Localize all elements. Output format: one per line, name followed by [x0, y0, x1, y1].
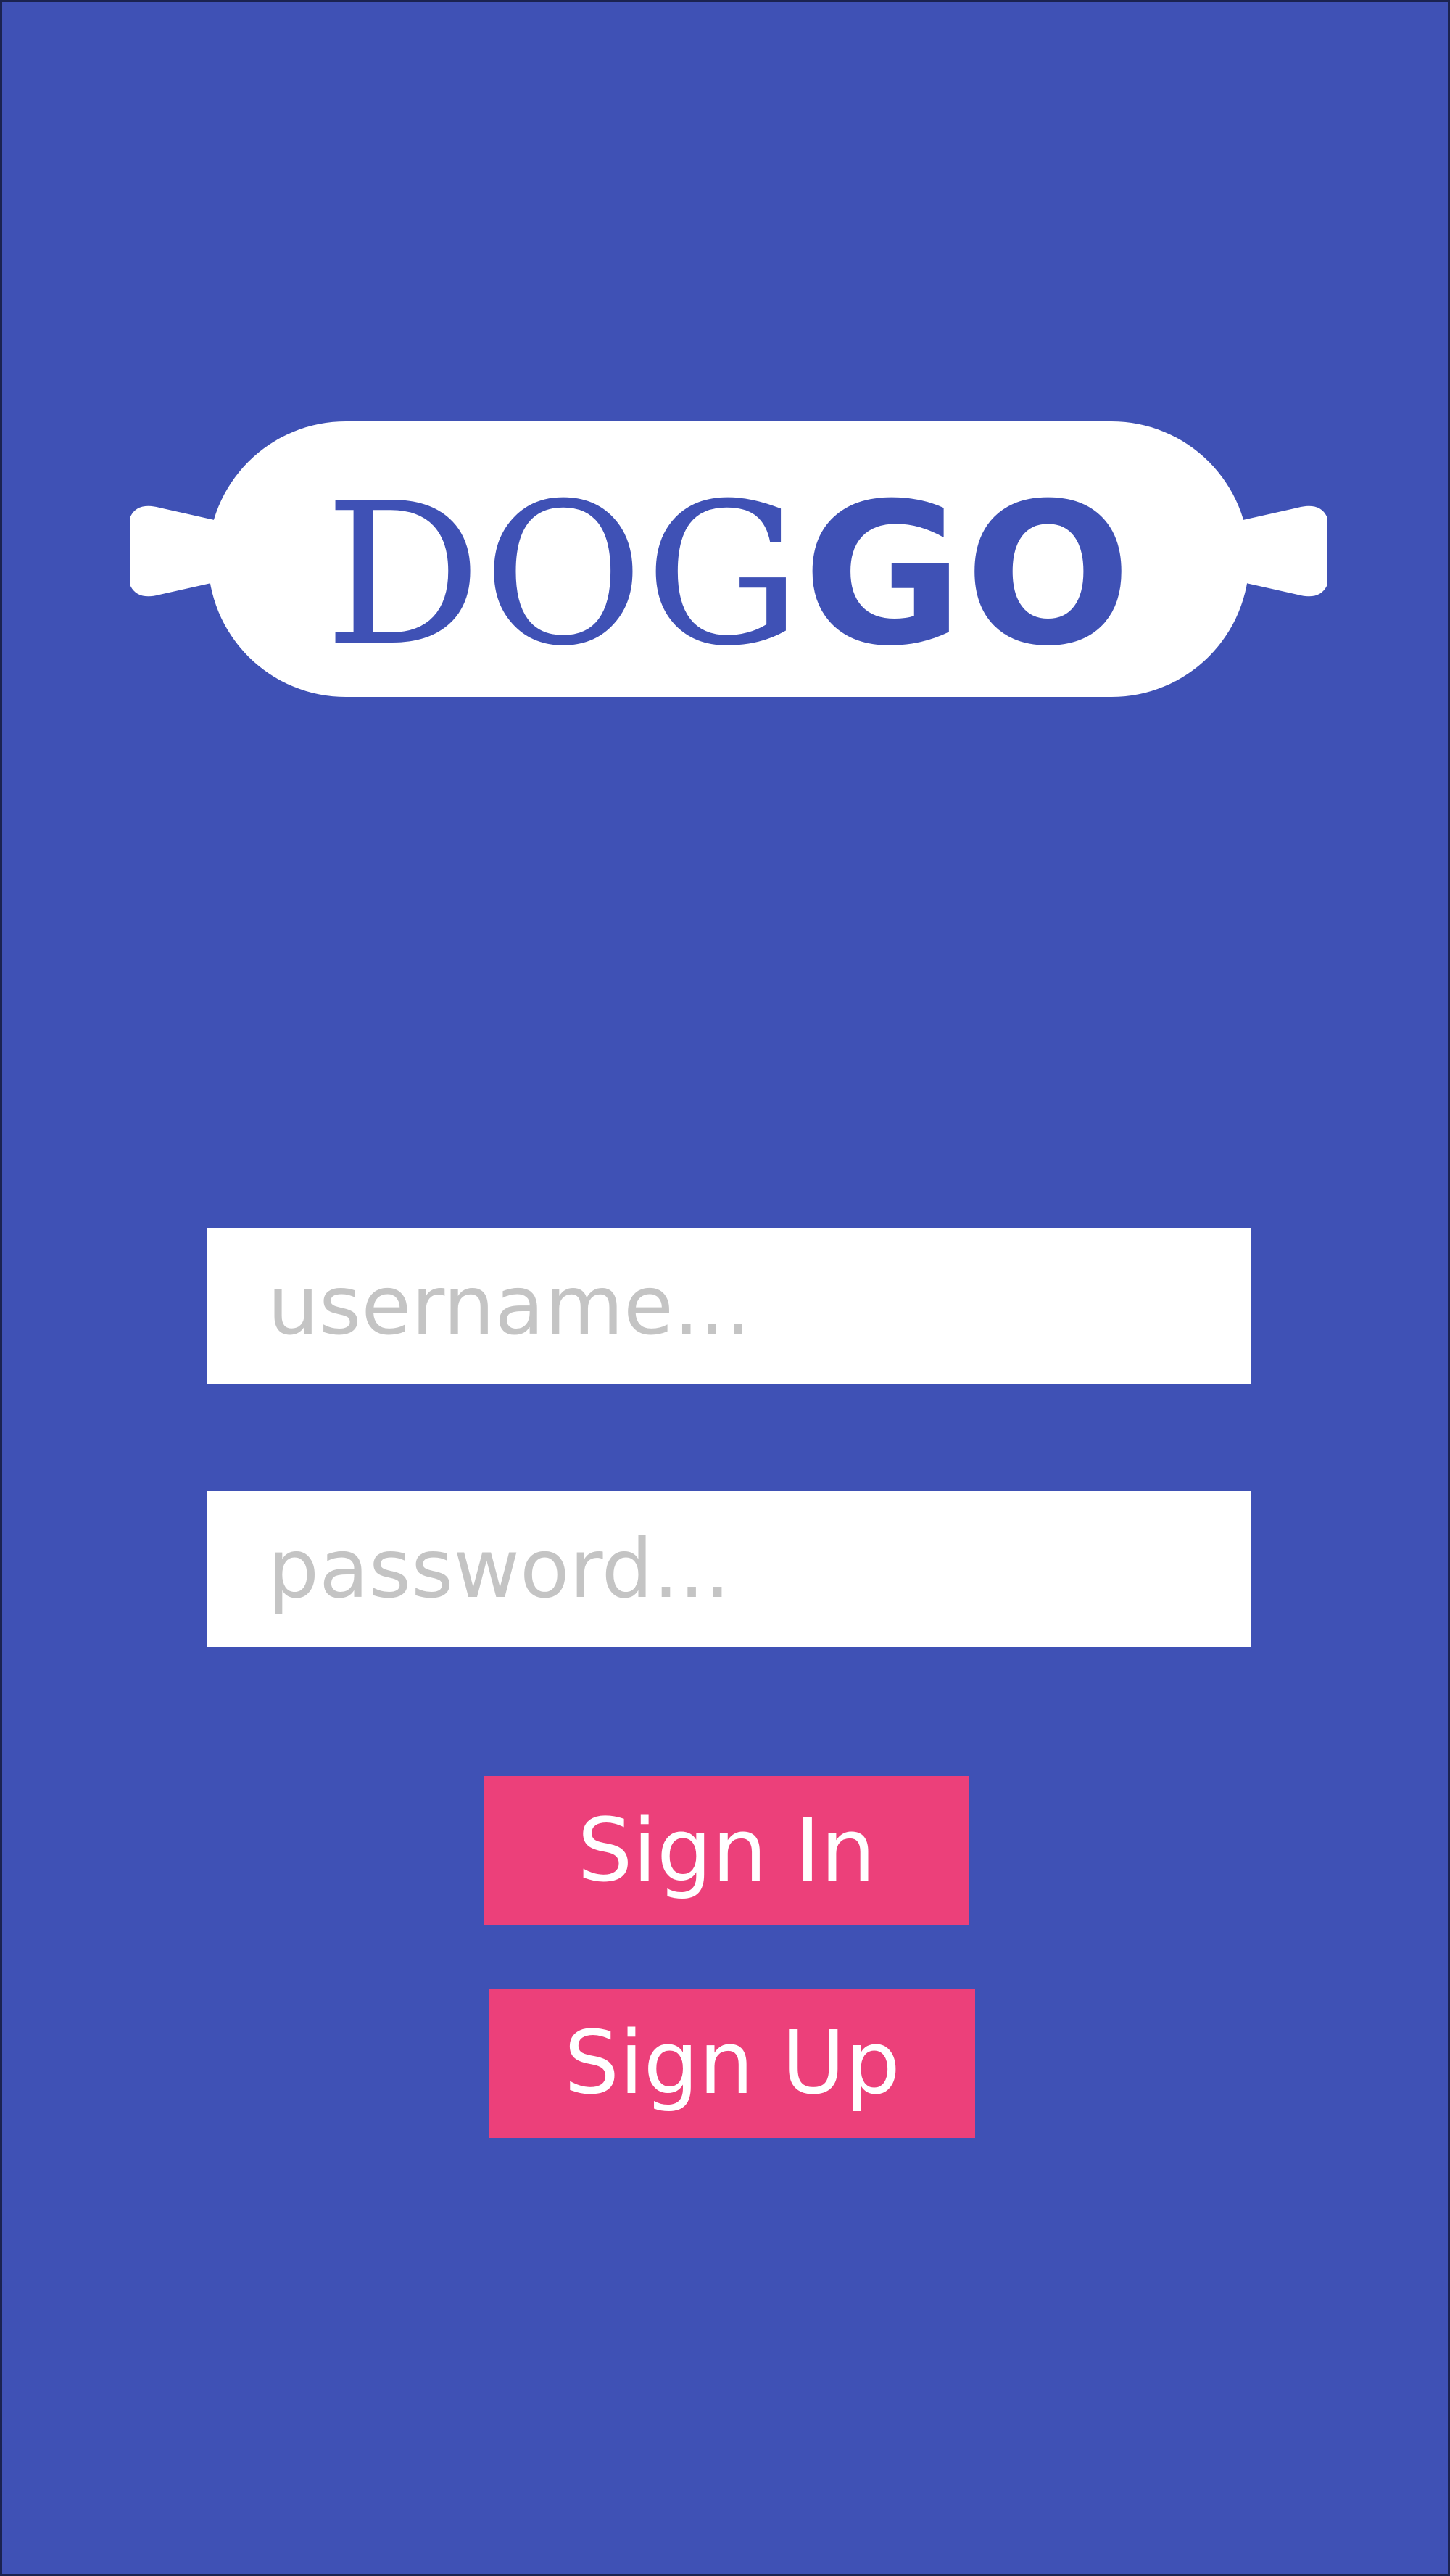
login-screen: DOGGO Sign In Sign Up [0, 0, 1450, 2576]
app-logo: DOGGO [127, 419, 1330, 702]
svg-text:DOGGO: DOGGO [325, 461, 1133, 689]
sign-up-button[interactable]: Sign Up [489, 1989, 975, 2138]
logo-text-light: DOG [325, 461, 803, 689]
username-input[interactable] [207, 1228, 1251, 1384]
password-input[interactable] [207, 1491, 1251, 1647]
sign-in-button[interactable]: Sign In [484, 1776, 969, 1925]
logo-text-bold: GO [803, 461, 1132, 689]
